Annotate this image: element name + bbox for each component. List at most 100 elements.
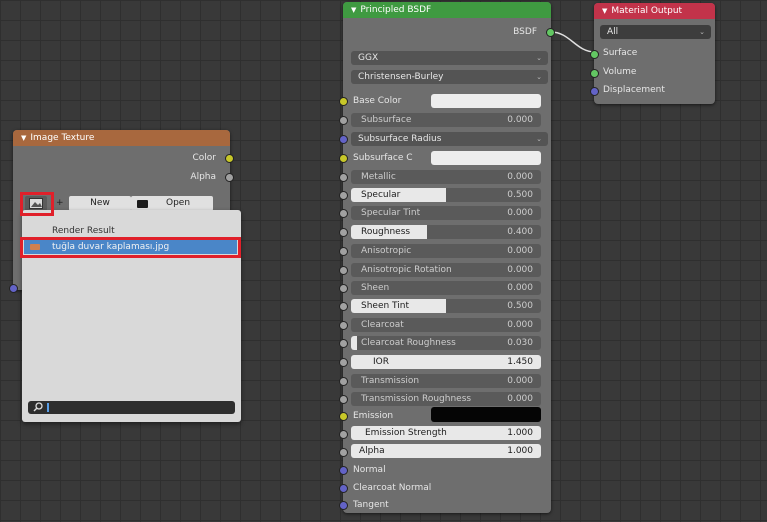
- output-alpha-label: Alpha: [190, 172, 216, 182]
- search-input[interactable]: [28, 401, 235, 414]
- alpha-field[interactable]: Alpha 1.000: [351, 444, 541, 458]
- image-texture-header[interactable]: ▼ Image Texture: [13, 130, 230, 146]
- specular-tint-slider[interactable]: Specular Tint 0.000: [351, 206, 541, 220]
- search-cursor: [47, 403, 49, 412]
- displacement-label: Displacement: [603, 85, 665, 95]
- collapse-arrow-icon[interactable]: ▼: [21, 134, 26, 142]
- roughness-socket[interactable]: [339, 228, 348, 237]
- emission-socket[interactable]: [339, 412, 348, 421]
- roughness-slider[interactable]: Roughness 0.400: [351, 225, 541, 239]
- specular-tint-value: 0.000: [507, 208, 533, 218]
- clearcoat-roughness-slider[interactable]: Clearcoat Roughness 0.030: [351, 336, 541, 350]
- alpha-label: Alpha: [359, 446, 385, 456]
- emission-color-swatch[interactable]: [431, 407, 541, 422]
- volume-socket[interactable]: [590, 69, 599, 78]
- ior-socket[interactable]: [339, 358, 348, 367]
- alpha-socket[interactable]: [339, 448, 348, 457]
- open-image-button[interactable]: Open: [131, 196, 213, 211]
- subsurface-value: 0.000: [507, 115, 533, 125]
- emission-strength-label: Emission Strength: [365, 428, 447, 438]
- metallic-label: Metallic: [361, 172, 396, 182]
- image-texture-title: Image Texture: [30, 133, 95, 143]
- open-image-label: Open: [166, 198, 191, 208]
- material-output-title: Material Output: [611, 6, 683, 16]
- principled-bsdf-node[interactable]: ▼ Principled BSDF BSDF GGX ⌄ Christensen-…: [339, 2, 555, 513]
- collapse-arrow-icon[interactable]: ▼: [351, 6, 356, 14]
- specular-tint-socket[interactable]: [339, 209, 348, 218]
- surface-socket[interactable]: [590, 50, 599, 59]
- transmission-socket[interactable]: [339, 377, 348, 386]
- anisotropic-rotation-socket[interactable]: [339, 266, 348, 275]
- subsurface-socket[interactable]: [339, 116, 348, 125]
- plus-icon: +: [56, 198, 64, 208]
- subsurface-radius-socket[interactable]: [339, 135, 348, 144]
- transmission-roughness-slider[interactable]: Transmission Roughness 0.000: [351, 392, 541, 406]
- specular-slider[interactable]: Specular 0.500: [351, 188, 541, 202]
- anisotropic-rotation-slider[interactable]: Anisotropic Rotation 0.000: [351, 263, 541, 277]
- chevron-down-icon: ⌄: [536, 135, 542, 143]
- target-dropdown[interactable]: All ⌄: [600, 25, 711, 39]
- base-color-swatch[interactable]: [431, 94, 541, 108]
- principled-bsdf-header[interactable]: ▼ Principled BSDF: [343, 2, 551, 18]
- metallic-slider[interactable]: Metallic 0.000: [351, 170, 541, 184]
- subsurface-slider[interactable]: Subsurface 0.000: [351, 113, 541, 127]
- clearcoat-roughness-fill: [351, 336, 357, 350]
- emission-strength-field[interactable]: Emission Strength 1.000: [351, 426, 541, 440]
- transmission-roughness-label: Transmission Roughness: [361, 394, 472, 404]
- clearcoat-label: Clearcoat: [361, 320, 404, 330]
- sheen-tint-slider[interactable]: Sheen Tint 0.500: [351, 299, 541, 313]
- distribution-dropdown[interactable]: GGX ⌄: [351, 51, 548, 65]
- output-color-socket[interactable]: [225, 154, 234, 163]
- anisotropic-slider[interactable]: Anisotropic 0.000: [351, 244, 541, 258]
- tangent-socket[interactable]: [339, 501, 348, 510]
- image-item-render-result[interactable]: Render Result: [52, 224, 115, 238]
- subsurface-label: Subsurface: [361, 115, 412, 125]
- collapse-arrow-icon[interactable]: ▼: [602, 7, 607, 15]
- clearcoat-roughness-value: 0.030: [507, 338, 533, 348]
- output-bsdf-label: BSDF: [513, 27, 537, 37]
- ior-field[interactable]: IOR 1.450: [351, 355, 541, 369]
- clearcoat-roughness-socket[interactable]: [339, 339, 348, 348]
- base-color-socket[interactable]: [339, 97, 348, 106]
- specular-socket[interactable]: [339, 191, 348, 200]
- input-vector-socket[interactable]: [9, 284, 18, 293]
- output-color-label: Color: [192, 153, 217, 163]
- anisotropic-rotation-value: 0.000: [507, 265, 533, 275]
- material-output-header[interactable]: ▼ Material Output: [594, 3, 715, 19]
- new-image-button[interactable]: New: [69, 196, 131, 211]
- clearcoat-value: 0.000: [507, 320, 533, 330]
- transmission-slider[interactable]: Transmission 0.000: [351, 374, 541, 388]
- tangent-label: Tangent: [353, 500, 389, 510]
- anisotropic-rotation-label: Anisotropic Rotation: [361, 265, 452, 275]
- chevron-down-icon: ⌄: [536, 73, 542, 81]
- clearcoat-normal-socket[interactable]: [339, 484, 348, 493]
- sheen-tint-value: 0.500: [507, 301, 533, 311]
- surface-label: Surface: [603, 48, 638, 58]
- anisotropic-socket[interactable]: [339, 247, 348, 256]
- transmission-roughness-socket[interactable]: [339, 395, 348, 404]
- emission-strength-socket[interactable]: [339, 430, 348, 439]
- sheen-slider[interactable]: Sheen 0.000: [351, 281, 541, 295]
- clearcoat-slider[interactable]: Clearcoat 0.000: [351, 318, 541, 332]
- output-alpha-socket[interactable]: [225, 173, 234, 182]
- subsurface-color-swatch[interactable]: [431, 151, 541, 165]
- clearcoat-socket[interactable]: [339, 321, 348, 330]
- emission-strength-value: 1.000: [507, 428, 533, 438]
- clearcoat-roughness-label: Clearcoat Roughness: [361, 338, 456, 348]
- displacement-socket[interactable]: [590, 87, 599, 96]
- output-bsdf-socket[interactable]: [546, 28, 555, 37]
- sheen-tint-socket[interactable]: [339, 302, 348, 311]
- subsurface-method-dropdown[interactable]: Christensen-Burley ⌄: [351, 70, 548, 84]
- normal-socket[interactable]: [339, 466, 348, 475]
- node-editor-canvas[interactable]: ▼ Image Texture Color Alpha + New Open Re…: [0, 0, 767, 522]
- subsurface-color-socket[interactable]: [339, 154, 348, 163]
- selected-image-highlight: [20, 237, 241, 258]
- subsurface-color-label: Subsurface C: [353, 153, 413, 163]
- ior-value: 1.450: [507, 357, 533, 367]
- volume-label: Volume: [603, 67, 637, 77]
- subsurface-radius-dropdown[interactable]: Subsurface Radius ⌄: [351, 132, 548, 146]
- material-output-node[interactable]: ▼ Material Output All ⌄ Surface Volume Di…: [590, 3, 715, 104]
- sheen-socket[interactable]: [339, 284, 348, 293]
- metallic-socket[interactable]: [339, 173, 348, 182]
- transmission-roughness-value: 0.000: [507, 394, 533, 404]
